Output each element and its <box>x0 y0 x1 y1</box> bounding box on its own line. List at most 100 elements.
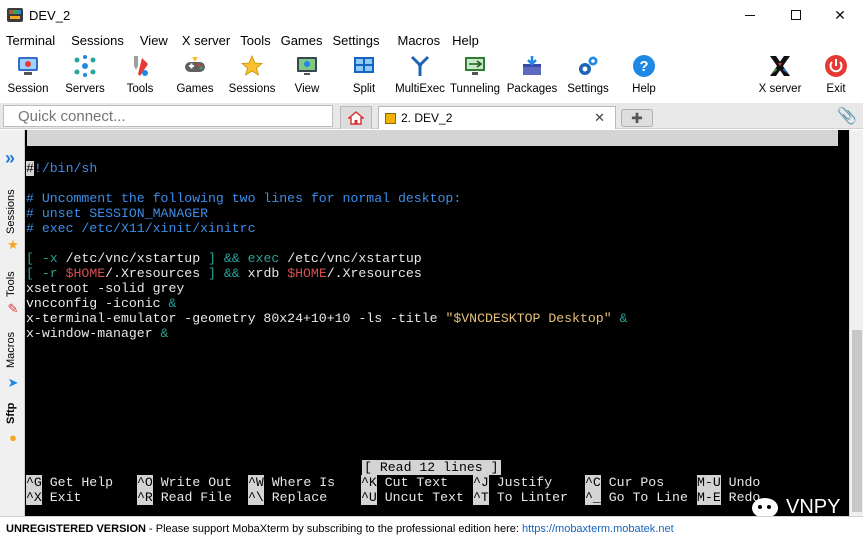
shortcut-write-out: ^O Write Out <box>137 475 232 490</box>
tools-icon <box>127 53 153 79</box>
shortcut-undo: M-U Undo <box>697 475 761 490</box>
nano-status-message: [ Read 12 lines ] <box>362 460 501 475</box>
shortcut-exit: ^X Exit <box>26 490 82 505</box>
code-line-5: # exec /etc/X11/xinit/xinitrc <box>26 221 256 236</box>
multiexec-icon <box>407 53 433 79</box>
code-line-12: x-window-manager & <box>26 326 169 341</box>
sidebar-tab-tools[interactable]: Tools <box>5 268 21 300</box>
support-message: - Please support MobaXterm by subscribin… <box>145 523 523 535</box>
shortcut-cur-pos: ^C Cur Pos <box>585 475 665 490</box>
shortcut-cut-text: ^K Cut Text <box>361 475 449 490</box>
double-chevron-right-icon[interactable]: » <box>5 148 15 169</box>
code-line-10: vncconfig -iconic & <box>26 296 177 311</box>
sidebar-tab-sftp[interactable]: Sftp <box>5 400 21 426</box>
menu-tools[interactable]: Tools <box>234 33 276 48</box>
star-icon: ★ <box>7 237 19 252</box>
text-cursor: # <box>26 161 34 176</box>
menu-bar: Terminal Sessions View X server Tools Ga… <box>0 30 863 50</box>
shortcut-get-help: ^G Get Help <box>26 475 114 490</box>
minimize-button[interactable] <box>727 0 773 30</box>
terminal-tab-icon <box>385 112 396 124</box>
quick-connect-input[interactable] <box>3 105 333 127</box>
bottom-status-bar: UNREGISTERED VERSION - Please support Mo… <box>0 516 863 545</box>
exit-button[interactable]: Exit <box>822 50 850 102</box>
menu-games[interactable]: Games <box>275 33 329 48</box>
side-panel-tabs: » Sessions ★ Tools ✎ Macros ➤ Sftp ● <box>0 130 25 516</box>
code-line-8: [ -r $HOME/.Xresources ] && xrdb $HOME/.… <box>26 266 422 281</box>
sessions-button[interactable]: Sessions <box>229 50 275 102</box>
packages-button[interactable]: Packages <box>507 50 557 102</box>
sftp-icon: ● <box>9 429 17 445</box>
shortcut-redo: M-E Redo <box>697 490 761 505</box>
menu-terminal[interactable]: Terminal <box>0 33 61 48</box>
close-tab-icon[interactable]: ✕ <box>594 110 605 126</box>
tunneling-button[interactable]: Tunneling <box>450 50 500 102</box>
games-button[interactable]: Games <box>176 50 214 102</box>
menu-x-server[interactable]: X server <box>176 33 236 48</box>
shortcut-where-is: ^W Where Is <box>248 475 336 490</box>
servers-button[interactable]: Servers <box>63 50 107 102</box>
games-icon <box>182 53 208 79</box>
shortcut-to-linter: ^T To Linter <box>473 490 568 505</box>
star-icon <box>239 53 265 79</box>
split-button[interactable]: Split <box>348 50 380 102</box>
tunneling-icon <box>462 53 488 79</box>
sidebar-tab-sessions[interactable]: Sessions <box>5 188 21 236</box>
nano-header: GNU nano 2.9.3 /root/.vnc/xstartup <box>27 130 838 177</box>
menu-macros[interactable]: Macros <box>391 33 446 48</box>
split-icon <box>351 53 377 79</box>
code-line-4: # unset SESSION_MANAGER <box>26 206 209 221</box>
x-server-icon <box>767 53 793 79</box>
x-server-button[interactable]: X server <box>757 50 803 102</box>
terminal-scrollbar[interactable] <box>849 130 863 516</box>
code-line-3: # Uncomment the following two lines for … <box>26 191 462 206</box>
home-tab[interactable] <box>340 106 372 129</box>
menu-view[interactable]: View <box>134 33 174 48</box>
terminal-area[interactable]: GNU nano 2.9.3 /root/.vnc/xstartup #!/bi… <box>25 130 849 516</box>
close-window-button[interactable]: ✕ <box>817 0 863 30</box>
session-tab-label: 2. DEV_2 <box>401 111 453 125</box>
view-button[interactable]: View <box>290 50 324 102</box>
packages-icon <box>519 53 545 79</box>
main-toolbar: Session Servers Tools Games Sessions Vie… <box>0 50 863 102</box>
new-tab-button[interactable]: ✚ <box>621 109 653 127</box>
tools-button[interactable]: Tools <box>122 50 158 102</box>
multiexec-button[interactable]: MultiExec <box>395 50 445 102</box>
settings-button[interactable]: Settings <box>566 50 610 102</box>
menu-sessions[interactable]: Sessions <box>65 33 130 48</box>
help-icon: ? <box>631 53 657 79</box>
session-tab-dev2[interactable]: 2. DEV_2 ✕ <box>378 106 616 129</box>
code-line-11: x-terminal-emulator -geometry 80x24+10+1… <box>26 311 628 326</box>
minimize-icon <box>745 14 755 16</box>
scrollbar-thumb[interactable] <box>852 330 862 512</box>
code-line-1: #!/bin/sh <box>26 161 98 176</box>
maximize-button[interactable] <box>773 0 819 30</box>
shortcut-go-to-line: ^_ Go To Line <box>585 490 688 505</box>
menu-help[interactable]: Help <box>446 33 485 48</box>
help-button[interactable]: ? Help <box>630 50 658 102</box>
mobaxterm-window: DEV_2 ✕ Terminal Sessions View X server … <box>0 0 863 545</box>
tools-icon: ✎ <box>7 301 19 316</box>
menu-settings[interactable]: Settings <box>327 33 386 48</box>
settings-icon <box>575 53 601 79</box>
maximize-icon <box>791 10 801 20</box>
mobaxterm-logo-icon <box>7 8 23 22</box>
plus-icon: ✚ <box>631 109 643 126</box>
sidebar-tab-macros[interactable]: Macros <box>5 328 21 372</box>
home-icon <box>348 111 364 125</box>
tab-bar: 2. DEV_2 ✕ ✚ 📎 <box>0 103 863 129</box>
shortcut-replace: ^\ Replace <box>248 490 328 505</box>
session-icon <box>15 53 41 79</box>
nano-shortcut-bar: ^G Get Help ^X Exit ^O Write Out ^R Read… <box>26 475 849 507</box>
send-icon: ➤ <box>7 375 19 390</box>
shortcut-read-file: ^R Read File <box>137 490 232 505</box>
session-button[interactable]: Session <box>8 50 48 102</box>
unregistered-label: UNREGISTERED VERSION <box>6 523 146 535</box>
shortcut-uncut-text: ^U Uncut Text <box>361 490 464 505</box>
mobaxterm-link[interactable]: https://mobaxterm.mobatek.net <box>522 523 674 535</box>
attachment-icon[interactable]: 📎 <box>837 106 857 126</box>
svg-text:?: ? <box>639 58 648 75</box>
code-line-7: [ -x /etc/vnc/xstartup ] && exec /etc/vn… <box>26 251 422 266</box>
power-icon <box>823 53 849 79</box>
close-icon: ✕ <box>834 6 846 23</box>
